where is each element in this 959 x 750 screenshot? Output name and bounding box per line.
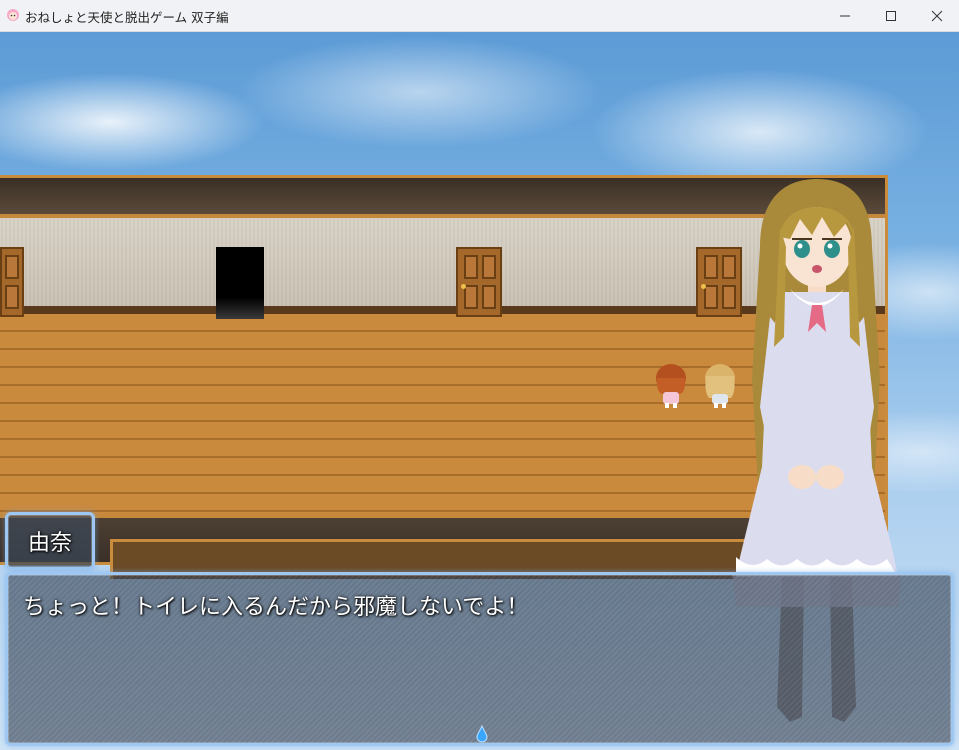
- minimize-button[interactable]: [822, 0, 868, 31]
- window-title: おねしょと天使と脱出ゲーム 双子編: [25, 10, 229, 25]
- maximize-button[interactable]: [868, 0, 914, 31]
- minimize-icon: [840, 15, 850, 16]
- dialogue-text: ちょっと！トイレに入るんだから邪魔しないでよ！: [23, 595, 529, 620]
- app-icon: [7, 9, 19, 21]
- speaker-name: 由奈: [27, 531, 72, 556]
- game-screen[interactable]: 由奈 ちょっと！トイレに入るんだから邪魔しないでよ！: [0, 32, 959, 750]
- door-knob: [701, 284, 706, 289]
- door-panel: [482, 285, 496, 309]
- title-bar: おねしょと天使と脱出ゲーム 双子編: [0, 0, 959, 32]
- door-left[interactable]: [0, 247, 24, 317]
- message-window[interactable]: ちょっと！トイレに入るんだから邪魔しないでよ！: [5, 572, 954, 746]
- continue-arrow-icon[interactable]: [475, 725, 489, 743]
- door-panel: [482, 255, 496, 279]
- speaker-name-box: 由奈: [5, 512, 95, 570]
- door-panel: [704, 285, 718, 309]
- door-knob: [461, 284, 466, 289]
- doorway-dark[interactable]: [216, 247, 264, 319]
- door-panel: [464, 285, 478, 309]
- door-panel: [5, 255, 19, 279]
- red-hair-girl-sprite: [656, 364, 686, 408]
- maximize-icon: [886, 10, 896, 21]
- door-panel: [464, 255, 478, 279]
- close-icon: [931, 10, 943, 21]
- close-button[interactable]: [914, 0, 959, 31]
- door-middle[interactable]: [456, 247, 502, 317]
- door-panel: [5, 285, 19, 309]
- door-panel: [704, 255, 718, 279]
